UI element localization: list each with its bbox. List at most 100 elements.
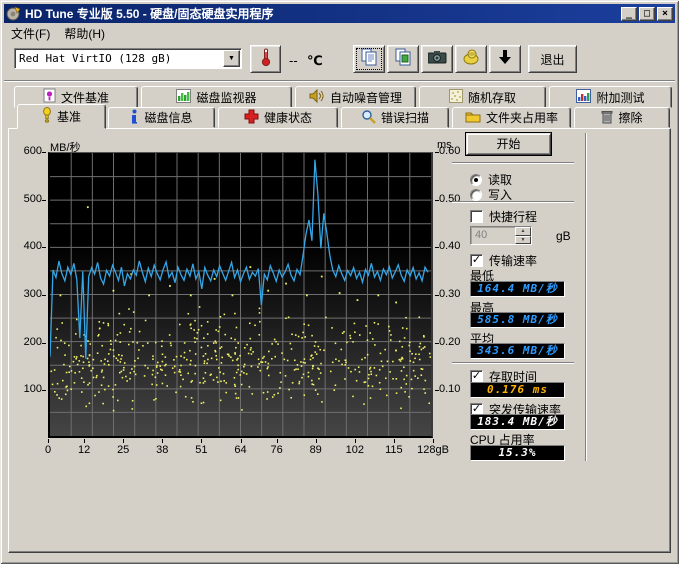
access-time-value: 0.176 ms bbox=[470, 382, 565, 398]
short-stroke-unit: gB bbox=[556, 229, 571, 243]
tab-disk-info[interactable]: 磁盘信息 bbox=[108, 107, 215, 128]
save-results-button[interactable] bbox=[489, 45, 521, 73]
tab-health[interactable]: 健康状态 bbox=[218, 107, 338, 128]
tab-erase[interactable]: 擦除 bbox=[574, 107, 670, 128]
axis-tick bbox=[435, 152, 439, 153]
speaker-icon bbox=[309, 89, 325, 106]
extra-tests-icon bbox=[576, 89, 591, 106]
axis-tick bbox=[435, 295, 439, 296]
chevron-down-icon[interactable]: ▼ bbox=[223, 50, 240, 67]
menubar: 文件(F) 帮助(H) bbox=[4, 24, 675, 42]
x-axis-tick-label: 64 bbox=[224, 444, 258, 456]
right-axis-tick-label: 0.20 bbox=[439, 336, 460, 348]
minimize-button[interactable]: _ bbox=[621, 7, 637, 21]
tab-benchmark[interactable]: 基准 bbox=[17, 104, 106, 129]
titlebar[interactable]: HD Tune 专业版 5.50 - 硬盘/固态硬盘实用程序 _ □ × bbox=[4, 4, 675, 23]
copy-icon bbox=[361, 48, 378, 71]
cpu-usage-value: 15.3% bbox=[470, 445, 565, 461]
tab-label: 磁盘信息 bbox=[144, 109, 192, 126]
axis-tick bbox=[162, 439, 163, 443]
axis-tick bbox=[277, 439, 278, 443]
tab-label: 错误扫描 bbox=[381, 109, 429, 126]
x-axis-tick-label: 51 bbox=[184, 444, 218, 456]
axis-tick bbox=[435, 247, 439, 248]
burst-rate-value: 183.4 MB/秒 bbox=[470, 414, 565, 430]
copy-image-icon bbox=[395, 48, 412, 71]
x-axis-tick-label: 12 bbox=[67, 444, 101, 456]
maximize-button[interactable]: □ bbox=[639, 7, 655, 21]
close-button[interactable]: × bbox=[657, 7, 673, 21]
x-axis-tick-label: 0 bbox=[31, 444, 65, 456]
short-stroke-checkbox[interactable] bbox=[470, 210, 483, 223]
folder-icon bbox=[465, 110, 481, 126]
menu-file[interactable]: 文件(F) bbox=[4, 23, 57, 44]
health-cross-icon bbox=[244, 109, 259, 127]
spinner-down-button[interactable]: ▼ bbox=[515, 236, 531, 245]
x-axis-tick-label: 89 bbox=[299, 444, 333, 456]
benchmark-chart bbox=[48, 152, 433, 438]
axis-tick bbox=[123, 439, 124, 443]
read-radio[interactable] bbox=[470, 174, 482, 186]
drive-select[interactable]: Red Hat VirtIO (128 gB) ▼ bbox=[14, 48, 242, 69]
tab-label: 随机存取 bbox=[468, 89, 516, 106]
right-axis-tick-label: 0.10 bbox=[439, 383, 460, 395]
left-axis-tick-label: 600 bbox=[12, 145, 42, 157]
axis-tick bbox=[42, 295, 46, 296]
x-axis-tick-label: 115 bbox=[377, 444, 411, 456]
start-button[interactable]: 开始 bbox=[466, 133, 551, 155]
copy-image-button[interactable] bbox=[387, 45, 419, 73]
spinner-up-button[interactable]: ▲ bbox=[515, 227, 531, 236]
temperature-button[interactable] bbox=[250, 45, 281, 73]
exit-button[interactable]: 退出 bbox=[528, 45, 577, 73]
left-axis-tick-label: 400 bbox=[12, 240, 42, 252]
tab-auto-acoustic[interactable]: 自动噪音管理 bbox=[295, 86, 416, 108]
tab-folder-usage[interactable]: 文件夹占用率 bbox=[452, 107, 571, 128]
short-stroke-option[interactable]: 快捷行程 bbox=[470, 208, 537, 225]
camera-icon bbox=[428, 50, 447, 69]
temperature-value: -- bbox=[289, 53, 298, 68]
tab-random-access[interactable]: 随机存取 bbox=[419, 86, 546, 108]
tab-label: 健康状态 bbox=[264, 109, 312, 126]
drive-select-value: Red Hat VirtIO (128 gB) bbox=[15, 52, 223, 65]
x-axis-tick-label: 76 bbox=[260, 444, 294, 456]
tab-error-scan[interactable]: 错误扫描 bbox=[341, 107, 449, 128]
start-button-label: 开始 bbox=[496, 137, 520, 151]
axis-tick bbox=[435, 343, 439, 344]
x-axis-tick-label: 38 bbox=[145, 444, 179, 456]
axis-tick bbox=[355, 439, 356, 443]
write-radio[interactable] bbox=[470, 189, 482, 201]
screenshot-button[interactable] bbox=[421, 45, 453, 73]
tab-label: 磁盘监视器 bbox=[196, 89, 256, 106]
axis-tick bbox=[42, 390, 46, 391]
menu-help[interactable]: 帮助(H) bbox=[57, 23, 112, 44]
axis-tick bbox=[42, 343, 46, 344]
axis-tick bbox=[241, 439, 242, 443]
short-stroke-size-input[interactable]: 40 ▲ ▼ bbox=[470, 226, 532, 245]
separator bbox=[452, 162, 574, 164]
donate-button[interactable] bbox=[455, 45, 487, 73]
tab-label: 擦除 bbox=[618, 109, 642, 126]
separator bbox=[452, 362, 574, 364]
tab-disk-monitor[interactable]: 磁盘监视器 bbox=[141, 86, 292, 108]
short-stroke-value: 40 bbox=[471, 227, 515, 244]
exit-button-label: 退出 bbox=[540, 51, 564, 68]
transfer-rate-checkbox[interactable] bbox=[470, 254, 483, 267]
short-stroke-label: 快捷行程 bbox=[489, 208, 537, 225]
left-axis-title: MB/秒 bbox=[50, 139, 81, 155]
axis-tick bbox=[42, 247, 46, 248]
tab-label: 文件基准 bbox=[61, 89, 109, 106]
info-icon bbox=[130, 109, 139, 127]
axis-tick bbox=[435, 390, 439, 391]
thermometer-icon bbox=[260, 47, 272, 72]
toolbar: Red Hat VirtIO (128 gB) ▼ -- ℃ 退出 bbox=[4, 42, 675, 81]
window-title: HD Tune 专业版 5.50 - 硬盘/固态硬盘实用程序 bbox=[25, 5, 273, 22]
benchmark-icon bbox=[42, 107, 52, 126]
tab-label: 文件夹占用率 bbox=[486, 109, 558, 126]
tab-extra-tests[interactable]: 附加测试 bbox=[549, 86, 672, 108]
tab-label: 自动噪音管理 bbox=[330, 89, 402, 106]
axis-tick bbox=[316, 439, 317, 443]
max-value: 585.8 MB/秒 bbox=[470, 312, 565, 328]
avg-value: 343.6 MB/秒 bbox=[470, 343, 565, 359]
tab-label: 基准 bbox=[57, 108, 81, 125]
copy-text-button[interactable] bbox=[353, 45, 385, 73]
